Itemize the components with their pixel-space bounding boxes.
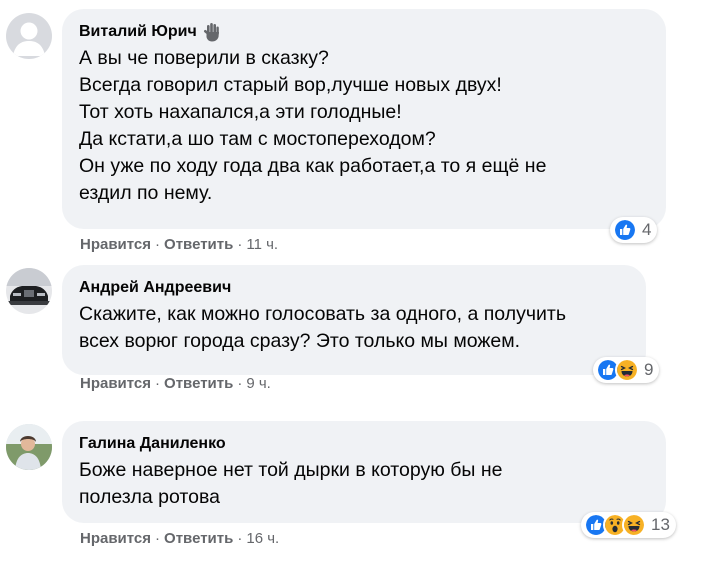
comment-timestamp[interactable]: 16 ч.	[246, 530, 279, 547]
separator-dot: ·	[237, 375, 243, 392]
separator-dot: ·	[237, 530, 243, 547]
comment-actions: Нравится · Ответить · 16 ч.	[80, 530, 279, 547]
separator-dot: ·	[155, 530, 161, 547]
comment-author[interactable]: Галина Даниленко	[79, 434, 666, 454]
comment-text-line: А вы че поверили в сказку?	[79, 47, 329, 69]
reaction-count: 13	[651, 515, 670, 534]
reactions-summary[interactable]: 13	[581, 512, 676, 538]
comment-text: А вы че поверили в сказку? Всегда говори…	[79, 45, 666, 207]
like-icon	[613, 218, 637, 242]
comment-text-line: Всегда говорил старый вор,лучше новых дв…	[79, 74, 502, 96]
comment-bubble: Андрей Андреевич Скажите, как можно голо…	[62, 265, 646, 375]
like-button[interactable]: Нравится	[80, 375, 151, 392]
avatar[interactable]	[6, 424, 52, 470]
comment-timestamp[interactable]: 9 ч.	[246, 375, 271, 392]
comment-text-line: Скажите, как можно голосовать за одного,…	[79, 303, 566, 325]
comment-actions: Нравится · Ответить · 9 ч.	[80, 375, 271, 392]
reply-button[interactable]: Ответить	[164, 375, 233, 392]
like-button[interactable]: Нравится	[80, 530, 151, 547]
comment-text: Боже наверное нет той дырки в которую бы…	[79, 457, 666, 511]
comment-text-line: всех ворюг города сразу? Это только мы м…	[79, 330, 521, 352]
waving-hand-icon	[203, 23, 219, 42]
avatar[interactable]	[6, 268, 52, 314]
default-avatar-icon	[6, 13, 52, 59]
comment-bubble: Виталий Юрич А вы че поверили в сказку? …	[62, 9, 666, 229]
reply-button[interactable]: Ответить	[164, 530, 233, 547]
comment-text-line: Боже наверное нет той дырки в которую бы…	[79, 459, 503, 481]
reactions-summary[interactable]: 9	[593, 357, 660, 383]
reactions-summary[interactable]: 4	[610, 217, 658, 243]
comment-text-line: Да кстати,а шо там с мостопереходом?	[79, 128, 436, 150]
comment-author[interactable]: Андрей Андреевич	[79, 278, 646, 298]
like-button[interactable]: Нравится	[80, 236, 151, 253]
haha-icon	[615, 358, 639, 382]
comment-timestamp[interactable]: 11 ч.	[246, 236, 278, 253]
comment-actions: Нравится · Ответить · 11 ч.	[80, 236, 278, 253]
comment-text-line: полезла ротова	[79, 486, 220, 508]
comment-bubble: Галина Даниленко Боже наверное нет той д…	[62, 421, 666, 523]
reaction-count: 4	[642, 220, 652, 239]
separator-dot: ·	[155, 375, 161, 392]
comment-text-line: Тот хоть нахапался,а эти голодные!	[79, 101, 402, 123]
comment-author[interactable]: Виталий Юрич	[79, 22, 666, 42]
reaction-count: 9	[644, 360, 654, 379]
car-avatar-image	[6, 268, 52, 314]
comment-text-line: Он уже по ходу года два как работает,а т…	[79, 155, 547, 177]
reply-button[interactable]: Ответить	[164, 236, 233, 253]
comment-text-line: ездил по нему.	[79, 182, 213, 204]
separator-dot: ·	[155, 236, 161, 253]
avatar[interactable]	[6, 13, 52, 59]
separator-dot: ·	[237, 236, 243, 253]
comment-text: Скажите, как можно голосовать за одного,…	[79, 301, 646, 355]
haha-icon	[622, 513, 646, 537]
user-photo-avatar-image	[6, 424, 52, 470]
